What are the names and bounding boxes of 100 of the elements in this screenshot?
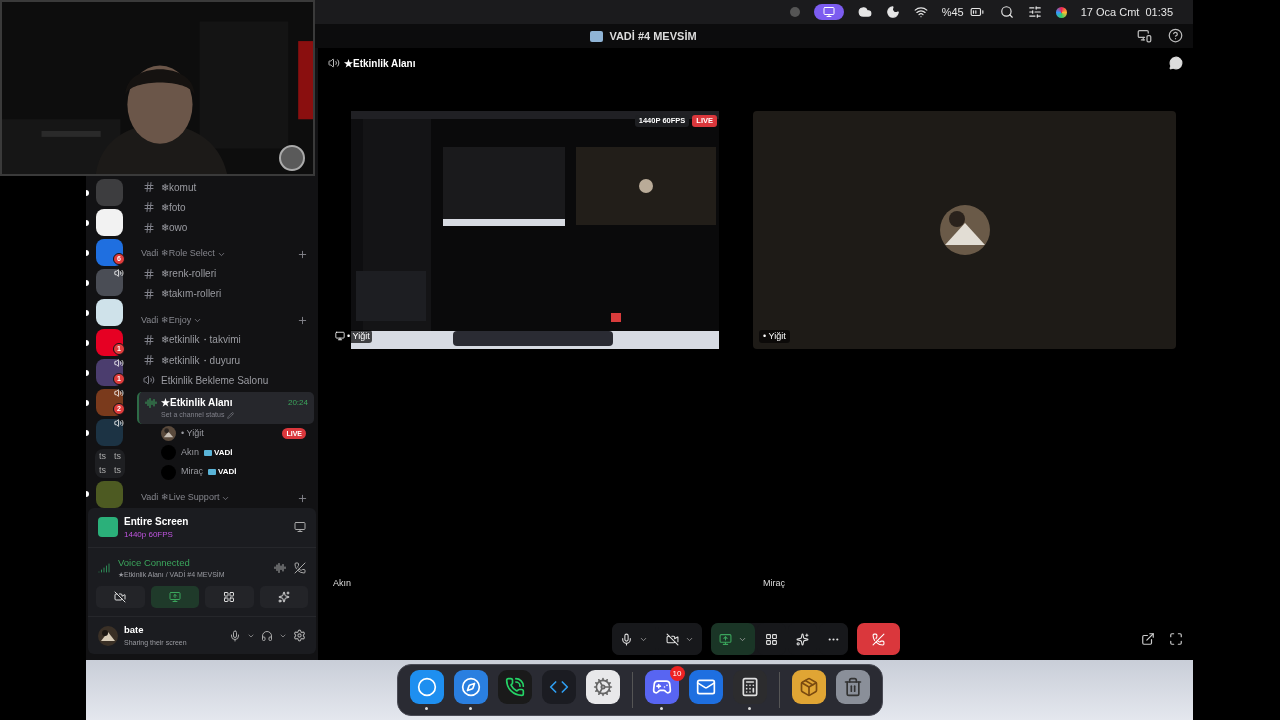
stop-stream-icon[interactable] [294, 521, 306, 533]
sparkle-icon [795, 632, 809, 646]
search-icon[interactable] [999, 5, 1014, 19]
cloud-icon[interactable] [857, 5, 872, 19]
noise-suppression-icon[interactable] [274, 561, 286, 574]
hash-icon [143, 267, 155, 280]
voice-panel-button[interactable] [150, 586, 199, 609]
dock-app[interactable] [791, 670, 826, 704]
dock-app[interactable] [497, 670, 532, 704]
headphones-icon[interactable] [261, 629, 273, 642]
mic-icon[interactable] [229, 629, 241, 642]
member-tag: VADİ [204, 446, 233, 459]
channel-name[interactable]: Etkinlik Bekleme Salonu [161, 372, 269, 388]
folder-server-label: ts [99, 451, 106, 462]
channel-name: ❄etkinlik・duyuru [161, 353, 241, 368]
folder-server-label: ts [114, 451, 121, 462]
hash-icon [143, 333, 155, 346]
voice-status[interactable]: Voice Connected [118, 555, 225, 570]
wifi-icon[interactable] [913, 5, 928, 19]
fullscreen-icon[interactable] [1169, 632, 1183, 646]
envelope-icon [695, 677, 716, 697]
screen-icon [335, 331, 345, 342]
speaker-icon [143, 374, 155, 387]
category-header[interactable]: Vadi ❄Enjoy [141, 313, 192, 328]
gear-icon [592, 677, 613, 697]
dock-app[interactable] [644, 670, 679, 704]
grid-icon [223, 591, 236, 604]
elapsed-time: 20:24 [287, 396, 308, 409]
settings-icon[interactable] [293, 629, 306, 643]
box-icon [798, 677, 819, 697]
username: bate [124, 623, 145, 638]
help-icon[interactable] [1168, 28, 1183, 43]
app-icon [98, 517, 118, 537]
pop-out-icon[interactable] [1141, 632, 1155, 646]
member-name: • Yiğit [181, 426, 204, 440]
hang-up-icon [871, 632, 885, 646]
window-title: VADİ #4 MEVSİM [609, 28, 697, 44]
connection-icon[interactable] [98, 561, 110, 574]
server-icon[interactable] [96, 239, 123, 266]
channel-name: ★Etkinlik Alanı [161, 396, 233, 411]
member-tag: VADİ [208, 466, 237, 479]
channel-name: ❄owo [161, 221, 188, 236]
member-name: Akın [181, 446, 199, 460]
screen-share-icon [718, 632, 732, 646]
channel-title: ★Etkinlik Alanı [344, 56, 416, 71]
participant-name: Akın [333, 578, 351, 588]
category-header[interactable]: Vadi ❄Role Select [141, 247, 215, 261]
participant-name: • Yiğit [759, 329, 790, 343]
dock-app[interactable] [585, 670, 620, 704]
disconnect-icon[interactable] [294, 561, 306, 574]
stream-quality: 1440p 60FPS [124, 528, 174, 541]
server-icon[interactable] [96, 419, 123, 446]
voice-member[interactable]: Miraç VADİ [133, 462, 318, 482]
menu-bar-clock[interactable]: 17 Oca Cmt 01:35 [1080, 3, 1173, 21]
voice-panel-button[interactable] [259, 586, 308, 609]
call-control-button[interactable] [856, 623, 900, 655]
phone-icon [504, 677, 525, 697]
camera-off-icon [665, 632, 679, 646]
stream-source-title: Entire Screen [124, 514, 189, 529]
pencil-icon[interactable] [227, 412, 235, 420]
add-channel-icon[interactable] [297, 492, 308, 504]
channel-name: ❄komut [161, 180, 197, 195]
folder-server-label: ts [99, 465, 106, 476]
server-icon[interactable] [96, 209, 123, 236]
voice-panel-button[interactable] [205, 586, 254, 609]
voice-channel-icon [328, 57, 340, 69]
voice-activity-icon [145, 396, 157, 409]
sparkle-icon [277, 591, 290, 604]
screen-record-icon[interactable] [813, 4, 844, 20]
server-logo-icon [590, 30, 604, 42]
dock-app[interactable] [688, 670, 723, 704]
dock-app[interactable] [409, 670, 444, 704]
control-center-icon[interactable] [1027, 5, 1042, 19]
camera-off-icon [114, 591, 127, 604]
hash-icon [143, 201, 155, 214]
server-icon[interactable] [96, 299, 123, 326]
screen-share-icon [168, 591, 181, 604]
video-tile[interactable]: • Yiğit [753, 111, 1176, 349]
server-folder[interactable]: ts ts ts ts [95, 449, 125, 478]
moon-icon[interactable] [885, 5, 900, 19]
voice-panel-button[interactable] [96, 586, 145, 609]
compass-icon [460, 677, 481, 697]
chat-icon[interactable] [1169, 56, 1183, 70]
battery-percentage: %45 [941, 4, 964, 20]
server-icon[interactable] [96, 269, 123, 296]
add-channel-icon[interactable] [297, 314, 308, 326]
channel-name: ❄foto [161, 200, 186, 215]
category-header[interactable]: Vadi ❄Live Support [141, 491, 220, 505]
channel-name: ❄takım-rolleri [161, 287, 222, 302]
voice-member[interactable]: Akın VADİ [133, 443, 318, 463]
participant-name: Miraç [763, 578, 785, 588]
add-channel-icon[interactable] [297, 248, 308, 260]
dock-app[interactable] [732, 670, 767, 704]
hash-icon [143, 354, 155, 367]
grid-icon [764, 632, 778, 646]
member-name: Miraç [181, 465, 203, 479]
trash-icon [842, 677, 863, 697]
color-wheel-icon[interactable] [1055, 6, 1067, 18]
dock-app[interactable] [453, 670, 488, 704]
hash-icon [143, 287, 155, 300]
